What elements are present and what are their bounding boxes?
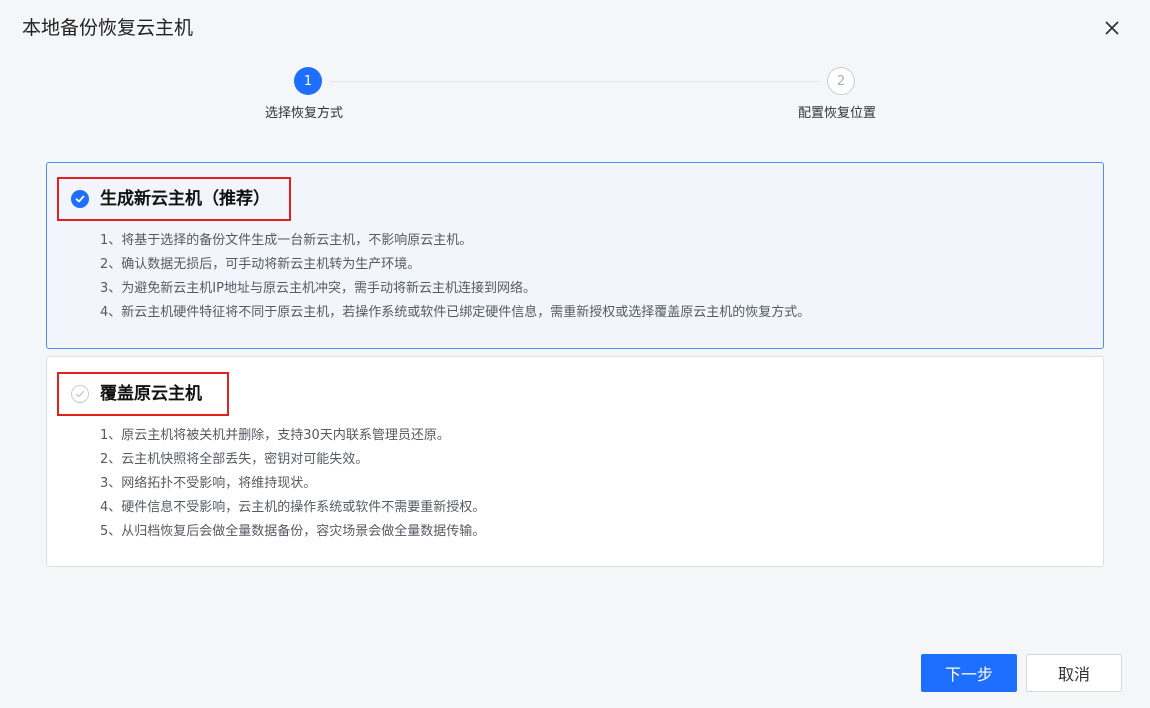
cancel-button[interactable]: 取消 bbox=[1026, 654, 1122, 692]
step-2-indicator: 2 bbox=[827, 67, 855, 95]
option-description-list: 1、将基于选择的备份文件生成一台新云主机，不影响原云主机。 2、确认数据无损后，… bbox=[100, 229, 810, 325]
step-1-label: 选择恢复方式 bbox=[265, 106, 344, 121]
next-step-button[interactable]: 下一步 bbox=[921, 654, 1017, 692]
dialog-title: 本地备份恢复云主机 bbox=[22, 17, 194, 39]
step-1-indicator: 1 bbox=[294, 67, 322, 95]
list-item: 2、确认数据无损后，可手动将新云主机转为生产环境。 bbox=[100, 257, 421, 272]
option-title: 覆盖原云主机 bbox=[100, 384, 202, 404]
list-item: 4、硬件信息不受影响，云主机的操作系统或软件不需要重新授权。 bbox=[100, 500, 486, 515]
list-item: 2、云主机快照将全部丢失，密钥对可能失效。 bbox=[100, 452, 369, 467]
option-title: 生成新云主机（推荐） bbox=[100, 189, 270, 209]
list-item: 3、为避免新云主机IP地址与原云主机冲突，需手动将新云主机连接到网络。 bbox=[100, 281, 536, 296]
option-description-list: 1、原云主机将被关机并删除，支持30天内联系管理员还原。 2、云主机快照将全部丢… bbox=[100, 424, 485, 544]
list-item: 5、从归档恢复后会做全量数据备份，容灾场景会做全量数据传输。 bbox=[100, 524, 486, 539]
close-button[interactable] bbox=[1098, 14, 1126, 42]
radio-unchecked-icon[interactable] bbox=[71, 385, 89, 403]
step-2-label: 配置恢复位置 bbox=[798, 106, 877, 121]
option-overwrite-original[interactable]: 覆盖原云主机 1、原云主机将被关机并删除，支持30天内联系管理员还原。 2、云主… bbox=[46, 356, 1104, 567]
list-item: 4、新云主机硬件特征将不同于原云主机，若操作系统或软件已绑定硬件信息，需重新授权… bbox=[100, 305, 811, 320]
list-item: 1、将基于选择的备份文件生成一台新云主机，不影响原云主机。 bbox=[100, 233, 473, 248]
option-heading[interactable]: 生成新云主机（推荐） bbox=[57, 177, 291, 221]
option-heading[interactable]: 覆盖原云主机 bbox=[57, 372, 229, 416]
radio-checked-icon[interactable] bbox=[71, 190, 89, 208]
list-item: 3、网络拓扑不受影响，将维持现状。 bbox=[100, 476, 317, 491]
step-connector bbox=[330, 81, 820, 82]
close-icon[interactable] bbox=[1104, 20, 1120, 36]
option-new-instance[interactable]: 生成新云主机（推荐） 1、将基于选择的备份文件生成一台新云主机，不影响原云主机。… bbox=[46, 162, 1104, 349]
list-item: 1、原云主机将被关机并删除，支持30天内联系管理员还原。 bbox=[100, 428, 450, 443]
